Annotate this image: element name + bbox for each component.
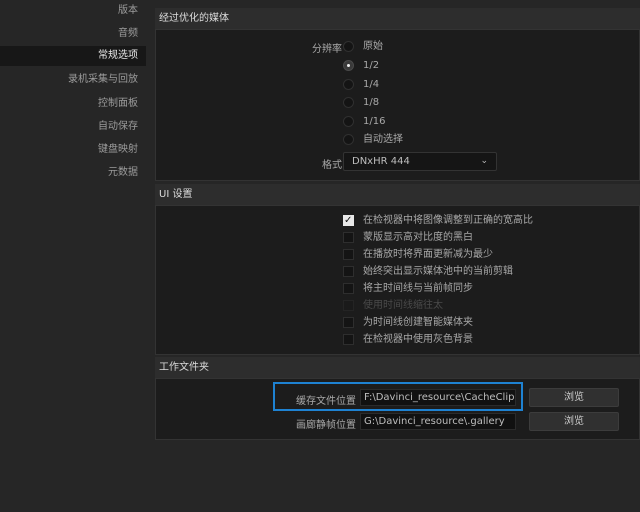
format-select[interactable]: DNxHR 444 ⌄ bbox=[343, 152, 497, 171]
sidebar-item-control-panels[interactable]: 控制面板 bbox=[0, 94, 146, 114]
resolution-label: 分辨率 bbox=[312, 44, 342, 55]
working-folders-title: 工作文件夹 bbox=[155, 357, 640, 378]
cache-browse-button[interactable]: 浏览 bbox=[529, 388, 619, 407]
format-label: 格式 bbox=[322, 160, 342, 171]
radio-button[interactable] bbox=[343, 116, 354, 127]
radio-button[interactable] bbox=[343, 97, 354, 108]
cache-location-field[interactable]: F:\Davinci_resource\CacheClip bbox=[360, 389, 516, 406]
cache-location-label: 缓存文件位置 bbox=[296, 396, 356, 407]
gallery-browse-button[interactable]: 浏览 bbox=[529, 412, 619, 431]
sidebar-item-general[interactable]: 常规选项 bbox=[0, 46, 146, 66]
checkbox[interactable] bbox=[343, 334, 354, 345]
sidebar: 版本 音频 常规选项 录机采集与回放 控制面板 自动保存 键盘映射 元数据 bbox=[0, 0, 148, 512]
checkbox[interactable] bbox=[343, 266, 354, 277]
radio-label: 1/2 bbox=[363, 60, 380, 71]
radio-button[interactable] bbox=[343, 134, 354, 145]
radio-button-selected[interactable] bbox=[343, 60, 354, 71]
checkbox-label: 在检视器中使用灰色背景 bbox=[363, 334, 473, 345]
radio-label: 1/16 bbox=[363, 116, 386, 127]
checkbox-label: 为时间线创建智能媒体夹 bbox=[363, 317, 473, 328]
radio-button[interactable] bbox=[343, 79, 354, 90]
sidebar-item-autosave[interactable]: 自动保存 bbox=[0, 117, 146, 137]
checkbox-checked[interactable] bbox=[343, 212, 354, 229]
radio-label: 原始 bbox=[363, 41, 383, 52]
sidebar-item-version[interactable]: 版本 bbox=[0, 1, 146, 21]
ui-settings-title: UI 设置 bbox=[155, 184, 640, 205]
optimized-media-title: 经过优化的媒体 bbox=[155, 8, 640, 29]
radio-label: 1/8 bbox=[363, 97, 380, 108]
sidebar-item-capture-playback[interactable]: 录机采集与回放 bbox=[0, 70, 146, 90]
checkbox-label: 蒙版显示高对比度的黑白 bbox=[363, 232, 473, 243]
checkbox-label: 始终突出显示媒体池中的当前剪辑 bbox=[363, 266, 513, 277]
checkbox[interactable] bbox=[343, 317, 354, 328]
checkbox[interactable] bbox=[343, 232, 354, 243]
chevron-down-icon: ⌄ bbox=[480, 156, 488, 166]
checkbox-disabled bbox=[343, 300, 354, 311]
checkbox[interactable] bbox=[343, 249, 354, 260]
checkbox-label: 在检视器中将图像调整到正确的宽高比 bbox=[363, 215, 533, 226]
radio-label: 1/4 bbox=[363, 79, 380, 90]
radio-button[interactable] bbox=[343, 41, 354, 52]
radio-label: 自动选择 bbox=[363, 134, 403, 145]
checkbox-label: 将主时间线与当前帧同步 bbox=[363, 283, 473, 294]
gallery-location-field[interactable]: G:\Davinci_resource\.gallery bbox=[360, 413, 516, 430]
sidebar-item-metadata[interactable]: 元数据 bbox=[0, 163, 146, 183]
gallery-location-label: 画廊静帧位置 bbox=[296, 420, 356, 431]
checkbox-label: 使用时间线缩往太 bbox=[363, 300, 443, 311]
format-select-value: DNxHR 444 bbox=[352, 156, 410, 167]
checkbox[interactable] bbox=[343, 283, 354, 294]
checkbox-label: 在播放时将界面更新减为最少 bbox=[363, 249, 493, 260]
sidebar-item-keyboard[interactable]: 键盘映射 bbox=[0, 140, 146, 160]
sidebar-item-audio[interactable]: 音频 bbox=[0, 24, 146, 44]
